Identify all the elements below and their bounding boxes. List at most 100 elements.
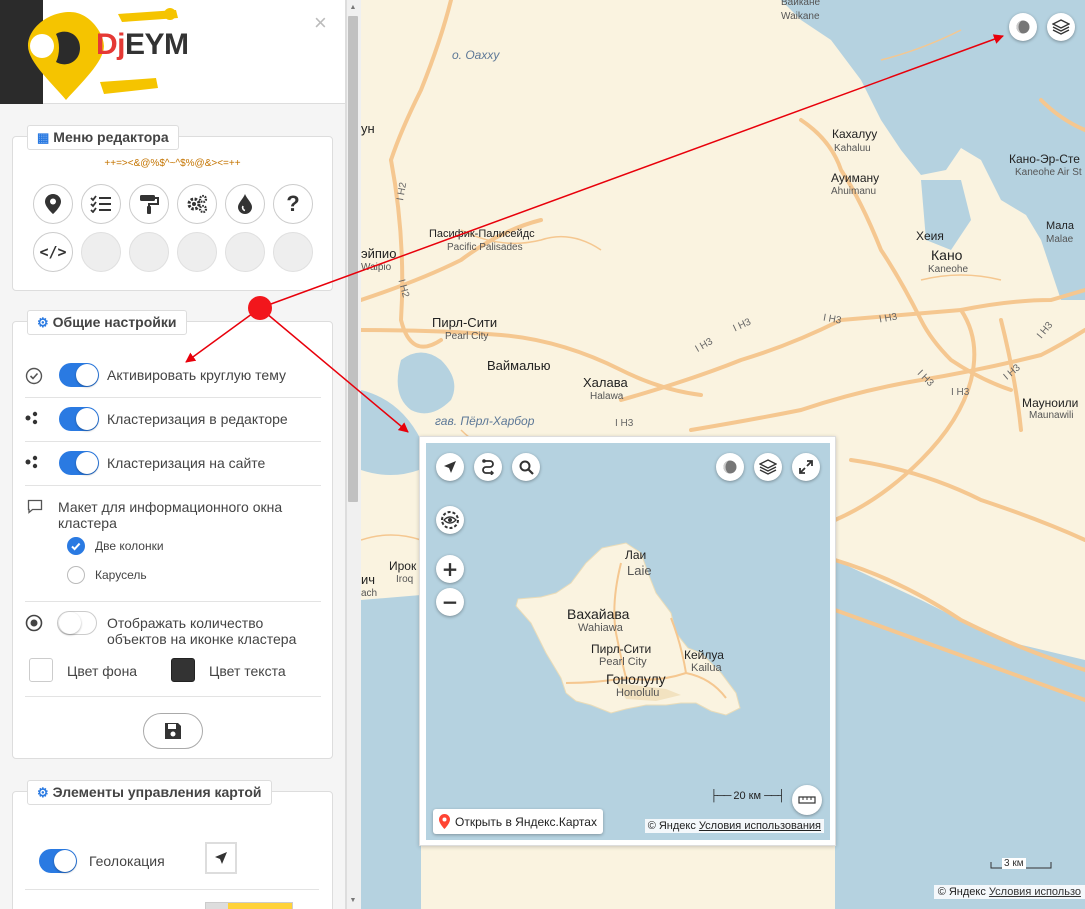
floppy-disk-icon xyxy=(165,723,181,739)
layers-icon xyxy=(759,459,777,475)
divider xyxy=(25,441,321,442)
radio-two-columns-label: Две колонки xyxy=(95,539,164,553)
map-label: ун xyxy=(361,121,375,136)
round-theme-toggle[interactable] xyxy=(59,363,99,387)
settings-button[interactable] xyxy=(177,184,217,224)
preview-map-canvas[interactable]: Лаи Laie Вахайава Wahiawa Пирл-Сити Pear… xyxy=(426,443,830,840)
map-label: Waikane xyxy=(781,11,820,22)
map-pin-icon xyxy=(45,194,61,214)
round-theme-button[interactable] xyxy=(1009,13,1037,41)
code-button[interactable]: </> xyxy=(33,232,73,272)
bg-color-swatch[interactable] xyxy=(29,658,53,682)
ruler-button[interactable] xyxy=(792,785,822,815)
layout-label-line2: кластера xyxy=(58,515,117,531)
preview-map-scale: ├── 20 км ──┤ xyxy=(710,790,785,802)
map-label: эйпио xyxy=(361,246,397,261)
map-label: Халава xyxy=(583,375,628,390)
control-preview xyxy=(205,902,293,909)
drop-button[interactable] xyxy=(225,184,265,224)
show-count-toggle[interactable] xyxy=(57,611,97,635)
map-label: Kahaluu xyxy=(834,143,871,154)
cluster-editor-toggle[interactable] xyxy=(59,407,99,431)
layers-button[interactable] xyxy=(754,453,782,481)
map-label: Мала xyxy=(1046,220,1074,232)
geolocation-toggle[interactable] xyxy=(39,849,77,873)
geolocation-button[interactable] xyxy=(436,453,464,481)
map-label: Мауноили xyxy=(1022,396,1079,410)
map-label: Ahuimanu xyxy=(831,186,877,197)
layout-label-line1: Макет для информационного окна xyxy=(58,499,283,515)
round-theme-label: Активировать круглую тему xyxy=(107,367,286,383)
save-button[interactable] xyxy=(143,713,203,749)
map-label: Ирок xyxy=(389,559,417,573)
radio-two-columns[interactable] xyxy=(67,537,85,555)
visibility-button[interactable] xyxy=(436,506,464,534)
check-circle-icon xyxy=(25,367,43,385)
radio-carousel[interactable] xyxy=(67,566,85,584)
geolocation-label: Геолокация xyxy=(89,853,165,869)
map-pin-button[interactable] xyxy=(33,184,73,224)
preview-map-copyright: © Яндекс Условия использования xyxy=(644,819,824,833)
scroll-up-icon[interactable]: ▲ xyxy=(348,4,358,11)
scroll-down-icon[interactable]: ▼ xyxy=(348,897,358,904)
eye-gear-icon xyxy=(441,511,459,529)
map-pin-icon xyxy=(439,814,450,829)
divider xyxy=(25,397,321,398)
plus-icon: + xyxy=(441,557,459,581)
question-icon: ? xyxy=(286,191,300,216)
map-label: Kaneohe xyxy=(928,264,969,275)
open-in-yandex-button[interactable]: Открыть в Яндекс.Картах xyxy=(433,809,603,834)
grid-icon: ▦ xyxy=(37,130,50,145)
route-button[interactable] xyxy=(474,453,502,481)
logo-bar: DjEYM × xyxy=(0,0,345,104)
code-icon: </> xyxy=(39,243,67,261)
show-count-line1: Отображать количество xyxy=(107,615,264,631)
close-icon[interactable]: × xyxy=(314,12,327,34)
map-label: Wahiawa xyxy=(578,622,623,634)
bg-color-label: Цвет фона xyxy=(67,663,138,679)
map-label-island: о. Оахху xyxy=(452,48,500,62)
search-icon xyxy=(519,460,534,475)
round-theme-button[interactable] xyxy=(716,453,744,481)
minus-icon: − xyxy=(441,590,459,614)
paint-roller-button[interactable] xyxy=(129,184,169,224)
map-label: Гонолулу xyxy=(606,671,666,687)
empty-slot xyxy=(225,232,265,272)
map-controls-title: ⚙ Элементы управления картой xyxy=(27,780,272,805)
map-label: Pearl City xyxy=(599,656,647,668)
divider xyxy=(25,485,321,486)
general-settings-title: ⚙ Общие настройки xyxy=(27,310,187,335)
empty-slot xyxy=(177,232,217,272)
route-icon xyxy=(482,459,495,475)
empty-slot xyxy=(273,232,313,272)
fullscreen-button[interactable] xyxy=(792,453,820,481)
navigation-arrow-icon xyxy=(444,461,456,473)
layers-button[interactable] xyxy=(1047,13,1075,41)
search-button[interactable] xyxy=(512,453,540,481)
zoom-out-button[interactable]: − xyxy=(436,588,464,616)
gears-icon: ⚙ xyxy=(37,785,49,800)
round-theme-preview-map[interactable]: Лаи Laie Вахайава Wahiawa Пирл-Сити Pear… xyxy=(419,436,836,846)
moon-icon xyxy=(1016,20,1030,34)
checklist-icon xyxy=(90,195,111,213)
terms-link[interactable]: Условия использо xyxy=(989,886,1081,898)
help-button[interactable]: ? xyxy=(273,184,313,224)
expand-icon xyxy=(799,460,813,474)
cluster-site-label: Кластеризация на сайте xyxy=(107,455,266,471)
moon-icon xyxy=(723,460,737,474)
layers-icon xyxy=(1052,19,1070,35)
checklist-button[interactable] xyxy=(81,184,121,224)
map-label: Kailua xyxy=(691,662,722,674)
cluster-site-toggle[interactable] xyxy=(59,451,99,475)
empty-slot xyxy=(81,232,121,272)
terms-link[interactable]: Условия использования xyxy=(699,820,821,832)
cluster-editor-label: Кластеризация в редакторе xyxy=(107,411,288,427)
divider xyxy=(25,889,319,890)
sidebar-scroll-thumb[interactable] xyxy=(348,16,358,502)
text-color-swatch[interactable] xyxy=(171,658,195,682)
show-count-line2: объектов на иконке кластера xyxy=(107,631,297,647)
zoom-in-button[interactable]: + xyxy=(436,555,464,583)
map-label: Кано-Эр-Сте xyxy=(1009,152,1080,166)
map-label: Honolulu xyxy=(616,687,660,699)
radio-carousel-label: Карусель xyxy=(95,568,147,582)
